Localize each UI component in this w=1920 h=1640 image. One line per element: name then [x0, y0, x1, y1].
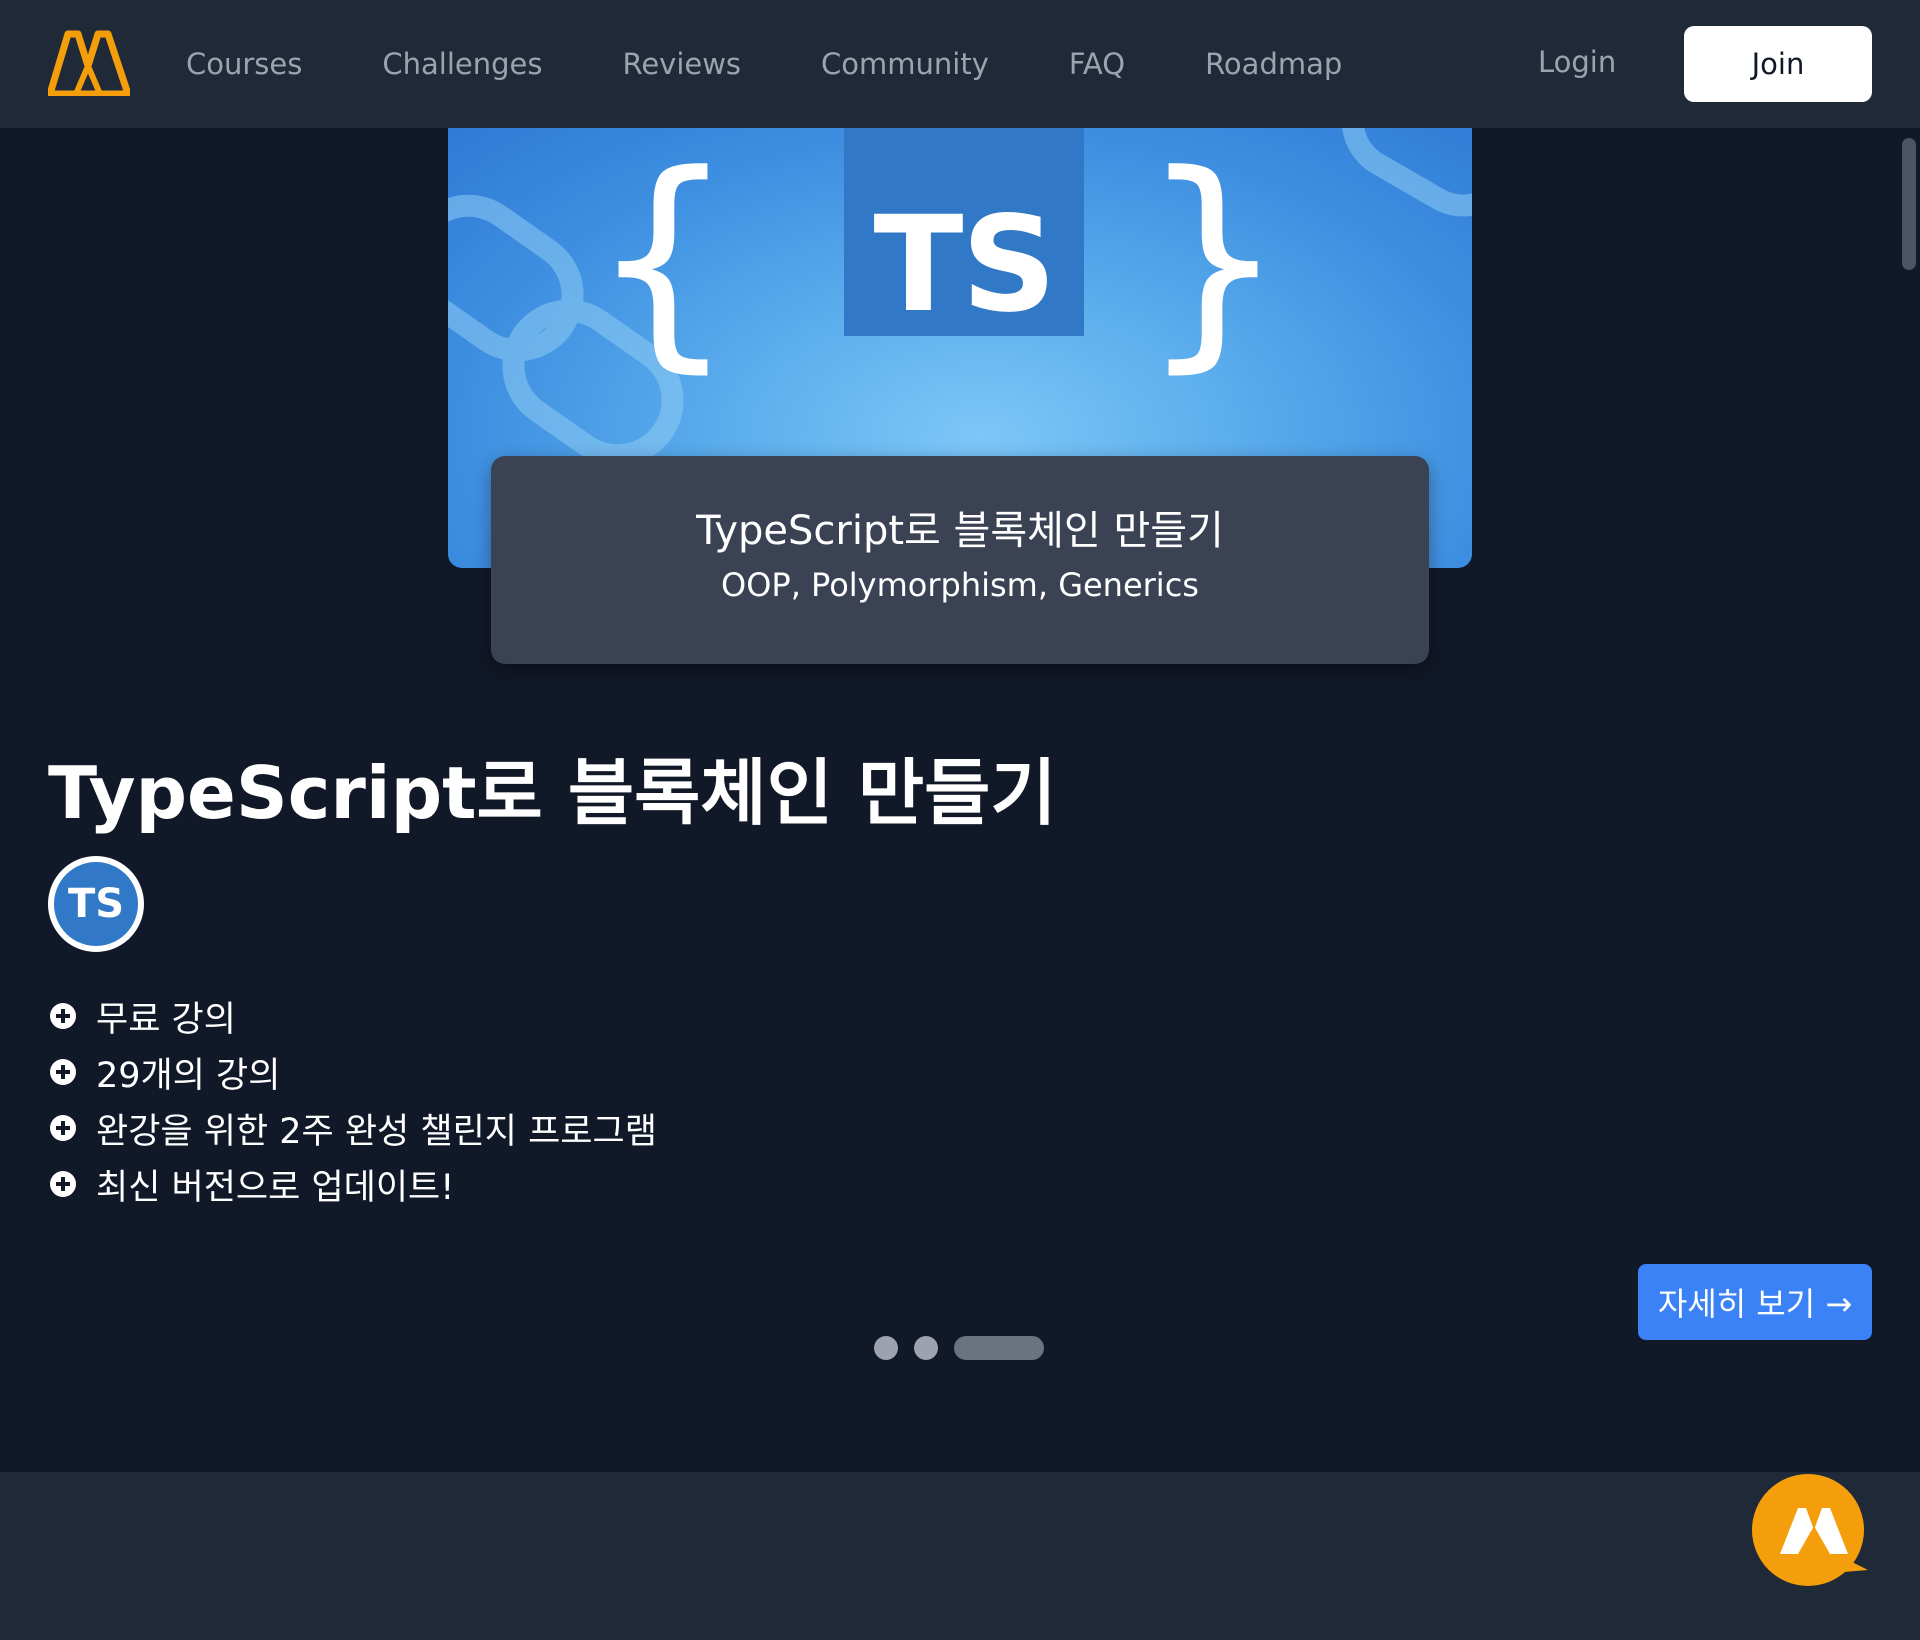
nav-link-roadmap[interactable]: Roadmap	[1205, 47, 1342, 81]
login-link[interactable]: Login	[1538, 45, 1616, 79]
carousel-dot-1[interactable]	[874, 1336, 898, 1360]
carousel-indicator	[874, 1336, 1060, 1360]
page: Courses Challenges Reviews Community FAQ…	[0, 0, 1920, 1640]
banner-card-subtitle: OOP, Polymorphism, Generics	[721, 566, 1199, 604]
feature-text: 무료 강의	[96, 999, 236, 1040]
nav-link-faq[interactable]: FAQ	[1069, 47, 1125, 81]
carousel-dot-2[interactable]	[914, 1336, 938, 1360]
course-title: TypeScript로 블록체인 만들기	[48, 751, 1057, 835]
list-item: 무료 강의	[50, 988, 657, 1044]
nav-link-courses[interactable]: Courses	[186, 47, 302, 81]
nav-link-community[interactable]: Community	[821, 47, 989, 81]
scrollbar-thumb[interactable]	[1902, 138, 1916, 270]
list-item: 29개의 강의	[50, 1044, 657, 1100]
plus-circle-icon	[50, 1115, 76, 1141]
plus-circle-icon	[50, 1171, 76, 1197]
banner-card-title: TypeScript로 블록체인 만들기	[696, 508, 1224, 554]
ts-logo-text: TS	[873, 188, 1056, 342]
carousel-dot-3-active[interactable]	[954, 1336, 1044, 1360]
right-brace: }	[1140, 128, 1286, 393]
nav-link-reviews[interactable]: Reviews	[622, 47, 741, 81]
nomad-logo-icon[interactable]	[48, 30, 130, 96]
next-section	[0, 1472, 1920, 1640]
feature-list: 무료 강의 29개의 강의 완강을 위한 2주 완성 챌린지 프로그램 최신 버…	[50, 988, 657, 1212]
feature-text: 29개의 강의	[96, 1055, 281, 1096]
feature-text: 최신 버전으로 업데이트!	[96, 1167, 455, 1208]
view-details-button[interactable]: 자세히 보기 →	[1638, 1264, 1872, 1340]
ts-tech-badge: TS	[48, 856, 144, 952]
plus-circle-icon	[50, 1059, 76, 1085]
nav-links: Courses Challenges Reviews Community FAQ…	[150, 0, 1386, 128]
list-item: 완강을 위한 2주 완성 챌린지 프로그램	[50, 1100, 657, 1156]
plus-circle-icon	[50, 1003, 76, 1029]
banner-caption-card: TypeScript로 블록체인 만들기 OOP, Polymorphism, …	[491, 456, 1429, 664]
nav-link-challenges[interactable]: Challenges	[382, 47, 542, 81]
chat-bubble-logo-icon[interactable]	[1752, 1474, 1870, 1592]
list-item: 최신 버전으로 업데이트!	[50, 1156, 657, 1212]
join-button[interactable]: Join	[1684, 26, 1872, 102]
top-navbar: Courses Challenges Reviews Community FAQ…	[0, 0, 1920, 128]
feature-text: 완강을 위한 2주 완성 챌린지 프로그램	[96, 1111, 657, 1152]
left-brace: {	[590, 128, 736, 393]
